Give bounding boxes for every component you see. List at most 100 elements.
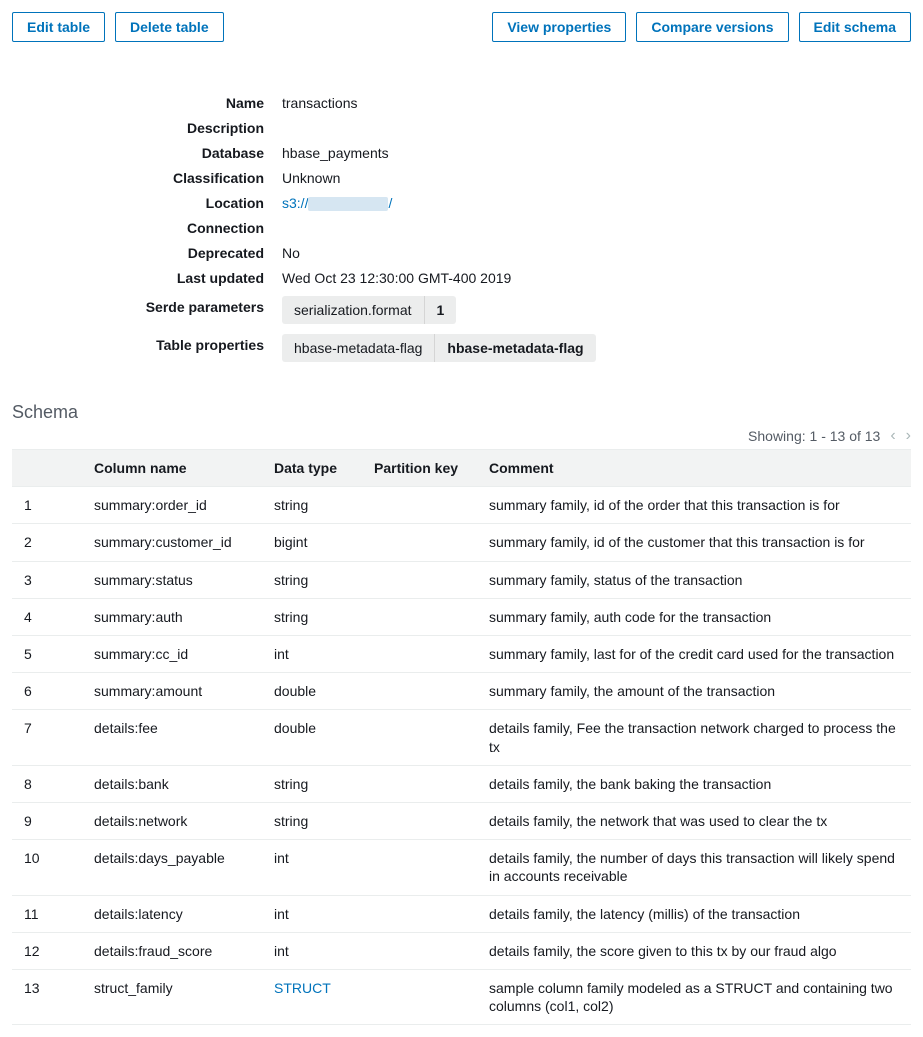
location-redacted (308, 197, 388, 211)
table-row: 2summary:customer_idbigintsummary family… (12, 524, 911, 561)
cell-comment: summary family, status of the transactio… (477, 561, 911, 598)
cell-data-type[interactable]: STRUCT (262, 969, 362, 1024)
edit-schema-button[interactable]: Edit schema (799, 12, 911, 42)
location-link[interactable]: s3:// / (282, 195, 392, 211)
schema-heading: Schema (12, 402, 911, 423)
cell-partition-key (362, 487, 477, 524)
table-row: 1summary:order_idstringsummary family, i… (12, 487, 911, 524)
col-header-column-name[interactable]: Column name (82, 450, 262, 487)
meta-label-last-updated: Last updated (12, 267, 282, 286)
location-suffix: / (388, 195, 392, 211)
meta-value-table-properties: hbase-metadata-flag hbase-metadata-flag (282, 334, 911, 362)
table-row: 4summary:authstringsummary family, auth … (12, 598, 911, 635)
pager-prev-icon[interactable]: ‹ (890, 427, 895, 445)
cell-index: 1 (12, 487, 82, 524)
cell-partition-key (362, 895, 477, 932)
cell-index: 2 (12, 524, 82, 561)
cell-data-type: int (262, 840, 362, 895)
cell-comment: summary family, last for of the credit c… (477, 636, 911, 673)
cell-partition-key (362, 765, 477, 802)
cell-comment: details family, the latency (millis) of … (477, 895, 911, 932)
meta-value-last-updated: Wed Oct 23 12:30:00 GMT-400 2019 (282, 267, 911, 286)
cell-column-name: summary:customer_id (82, 524, 262, 561)
cell-data-type: string (262, 802, 362, 839)
meta-value-classification: Unknown (282, 167, 911, 186)
cell-index: 9 (12, 802, 82, 839)
cell-index: 6 (12, 673, 82, 710)
meta-label-serde-parameters: Serde parameters (12, 296, 282, 315)
table-row: 5summary:cc_idintsummary family, last fo… (12, 636, 911, 673)
cell-column-name: details:days_payable (82, 840, 262, 895)
serde-param-tag: serialization.format 1 (282, 296, 456, 324)
meta-value-name: transactions (282, 92, 911, 111)
cell-column-name: summary:cc_id (82, 636, 262, 673)
col-header-data-type[interactable]: Data type (262, 450, 362, 487)
serde-param-key: serialization.format (282, 296, 424, 324)
table-property-tag: hbase-metadata-flag hbase-metadata-flag (282, 334, 596, 362)
compare-versions-button[interactable]: Compare versions (636, 12, 788, 42)
table-property-value: hbase-metadata-flag (434, 334, 595, 362)
cell-index: 3 (12, 561, 82, 598)
cell-column-name: summary:auth (82, 598, 262, 635)
cell-index: 4 (12, 598, 82, 635)
cell-partition-key (362, 561, 477, 598)
col-header-partition-key[interactable]: Partition key (362, 450, 477, 487)
cell-index: 5 (12, 636, 82, 673)
delete-table-button[interactable]: Delete table (115, 12, 224, 42)
meta-label-location: Location (12, 192, 282, 211)
meta-value-serde-parameters: serialization.format 1 (282, 296, 911, 324)
meta-value-database: hbase_payments (282, 142, 911, 161)
meta-label-description: Description (12, 117, 282, 136)
cell-data-type: int (262, 895, 362, 932)
col-header-index (12, 450, 82, 487)
cell-comment: details family, the bank baking the tran… (477, 765, 911, 802)
meta-label-classification: Classification (12, 167, 282, 186)
meta-label-table-properties: Table properties (12, 334, 282, 353)
meta-label-database: Database (12, 142, 282, 161)
table-row: 6summary:amountdoublesummary family, the… (12, 673, 911, 710)
cell-partition-key (362, 802, 477, 839)
cell-partition-key (362, 710, 477, 765)
cell-data-type: string (262, 765, 362, 802)
cell-comment: sample column family modeled as a STRUCT… (477, 969, 911, 1024)
table-row: 3summary:statusstringsummary family, sta… (12, 561, 911, 598)
table-row: 11details:latencyint details family, the … (12, 895, 911, 932)
table-row: 9details:networkstringdetails family, th… (12, 802, 911, 839)
cell-column-name: details:bank (82, 765, 262, 802)
col-header-comment[interactable]: Comment (477, 450, 911, 487)
cell-partition-key (362, 932, 477, 969)
cell-comment: details family, the network that was use… (477, 802, 911, 839)
table-row: 12details:fraud_scoreintdetails family, … (12, 932, 911, 969)
cell-partition-key (362, 969, 477, 1024)
cell-data-type: string (262, 487, 362, 524)
toolbar: Edit table Delete table View properties … (12, 12, 911, 42)
cell-data-type: double (262, 673, 362, 710)
table-row: 7details:feedoubledetails family, Fee th… (12, 710, 911, 765)
meta-value-location: s3:// / (282, 192, 911, 211)
cell-comment: details family, the number of days this … (477, 840, 911, 895)
table-metadata: Name transactions Description Database h… (12, 92, 911, 362)
table-row: 13struct_familySTRUCTsample column famil… (12, 969, 911, 1024)
edit-table-button[interactable]: Edit table (12, 12, 105, 42)
toolbar-left: Edit table Delete table (12, 12, 224, 42)
cell-index: 10 (12, 840, 82, 895)
meta-value-connection (282, 217, 911, 220)
cell-comment: summary family, the amount of the transa… (477, 673, 911, 710)
meta-value-description (282, 117, 911, 120)
schema-table: Column name Data type Partition key Comm… (12, 449, 911, 1025)
schema-header-row: Column name Data type Partition key Comm… (12, 450, 911, 487)
meta-label-name: Name (12, 92, 282, 111)
view-properties-button[interactable]: View properties (492, 12, 626, 42)
meta-label-deprecated: Deprecated (12, 242, 282, 261)
pager-next-icon[interactable]: › (906, 427, 911, 445)
serde-param-value: 1 (424, 296, 457, 324)
cell-column-name: details:fee (82, 710, 262, 765)
cell-column-name: summary:order_id (82, 487, 262, 524)
cell-index: 12 (12, 932, 82, 969)
location-prefix: s3:// (282, 195, 308, 211)
pager-text: Showing: 1 - 13 of 13 (748, 428, 880, 444)
table-row: 8details:bankstringdetails family, the b… (12, 765, 911, 802)
cell-index: 11 (12, 895, 82, 932)
cell-partition-key (362, 636, 477, 673)
cell-column-name: details:latency (82, 895, 262, 932)
